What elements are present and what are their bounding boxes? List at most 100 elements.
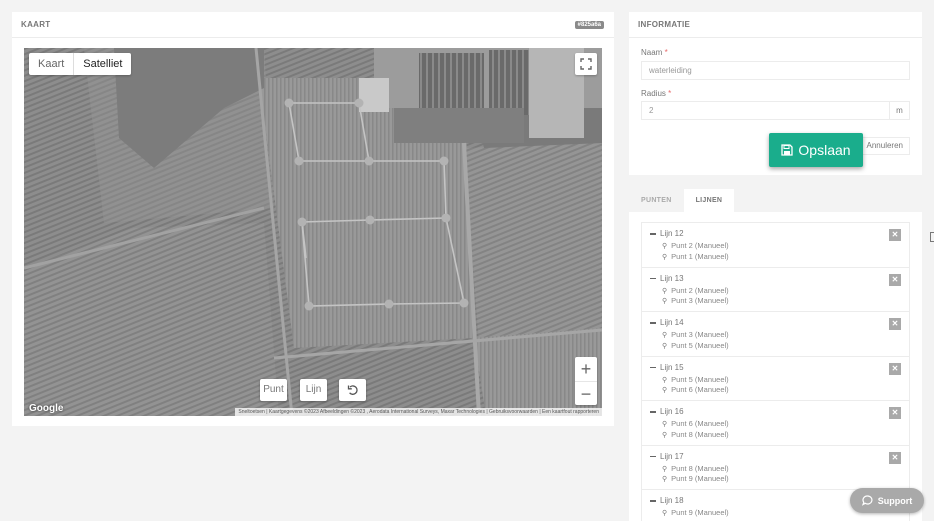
satellite-map[interactable]: Kaart Satelliet Punt Lijn + − Google Sne… [24,48,602,416]
tab-punten[interactable]: PUNTEN [629,189,684,212]
line-point: ⚲ Punt 5 (Manueel) [662,375,729,384]
line-name: Lijn 13 [660,273,684,283]
floppy-disk-icon [781,144,794,156]
delete-line-icon[interactable]: ✕ [889,407,901,419]
radius-unit: m [890,101,910,120]
undo-button[interactable] [339,379,366,401]
line-item-title[interactable]: Lijn 13 [650,274,684,283]
fullscreen-icon [580,58,592,70]
point-name: Punt 5 (Manueel) [671,374,729,384]
map-marker-icon: ⚲ [662,298,668,305]
delete-line-icon[interactable]: ✕ [889,229,901,241]
point-name: Punt 2 (Manueel) [671,285,729,295]
line-item-title[interactable]: Lijn 12 [650,229,684,238]
zoom-control: + − [575,357,597,405]
zoom-in-button[interactable]: + [575,357,597,381]
line-item[interactable]: Lijn 14 ⚲ Punt 3 (Manueel) ⚲ Punt 5 (Manueel… [642,312,909,357]
point-name: Punt 9 (Manueel) [671,508,729,517]
line-name: Lijn 15 [660,362,684,372]
line-item-title[interactable]: Lijn 15 [650,363,684,372]
map-marker-icon: ⚲ [662,376,668,384]
map-marker-icon: ⚲ [662,387,668,394]
line-item[interactable]: Lijn 16 ⚲ Punt 6 (Manueel) ⚲ Punt 8 (Manueel… [642,401,909,446]
map-marker-icon: ⚲ [662,253,668,261]
map-marker-icon: ⚲ [662,476,668,483]
radius-input[interactable]: 2 [641,101,890,120]
point-name: Punt 9 (Manueel) [671,474,729,483]
map-marker-icon: ⚲ [662,431,668,439]
point-name: Punt 3 (Manueel) [671,330,729,339]
collapse-icon[interactable] [650,322,656,324]
google-logo: Google [29,403,64,414]
map-marker-icon: ⚲ [662,287,668,295]
line-name: Lijn 14 [660,318,684,327]
map-marker-icon: ⚲ [662,332,668,339]
map-marker-icon: ⚲ [662,342,668,350]
point-name: Punt 6 (Manueel) [671,385,729,394]
line-point: ⚲ Punt 6 (Manueel) [662,385,729,394]
delete-line-icon[interactable]: ✕ [889,362,901,375]
lines-body: Lijn 12 ⚲ Punt 2 (Manueel) ⚲ Punt 1 (Manueel… [629,212,922,521]
line-item-title[interactable]: Lijn 16 [650,407,684,416]
delete-line-icon[interactable]: ✕ [889,273,901,286]
line-name: Lijn 16 [660,407,684,416]
point-tool-button[interactable]: Punt [260,379,287,401]
point-name: Punt 5 (Manueel) [671,340,729,350]
line-tool-button[interactable]: Lijn [300,379,327,401]
map-panel-title: KAART [12,12,614,38]
line-item-title[interactable]: Lijn 14 [650,318,684,327]
chat-bubble-icon [861,495,873,506]
line-point: ⚲ Punt 1 (Manueel) [662,252,729,261]
line-point: ⚲ Punt 2 (Manueel) [662,286,729,295]
map-type-kaart[interactable]: Kaart [29,53,73,75]
name-label: Naam * [641,48,668,57]
line-item[interactable]: Lijn 15 ⚲ Punt 5 (Manueel) ⚲ Punt 6 (Manueel… [642,357,909,401]
line-point: ⚲ Punt 6 (Manueel) [662,419,729,428]
collapse-icon[interactable] [650,277,656,280]
collapse-icon[interactable] [650,500,656,502]
delete-line-icon[interactable]: ✕ [889,451,901,464]
line-item[interactable]: Lijn 13 ⚲ Punt 2 (Manueel) ⚲ Punt 3 (Manueel… [642,268,909,312]
point-name: Punt 1 (Manueel) [671,251,729,261]
undo-icon [347,385,358,395]
line-item[interactable]: Lijn 17 ⚲ Punt 8 (Manueel) ⚲ Punt 9 (Manueel… [642,446,909,490]
tab-lijnen[interactable]: LIJNEN [683,189,735,212]
save-button[interactable]: Opslaan [769,133,863,167]
support-button[interactable]: Support [850,488,924,513]
line-point: ⚲ Punt 3 (Manueel) [662,296,729,305]
zoom-out-button[interactable]: − [575,381,597,405]
fullscreen-button[interactable] [575,53,597,75]
tab-bar: PUNTEN LIJNEN [629,189,735,212]
line-name: Lijn 18 [660,496,684,505]
map-marker-icon: ⚲ [662,465,668,473]
map-type-satelliet[interactable]: Satelliet [73,53,131,75]
collapse-icon[interactable] [650,411,656,413]
point-name: Punt 6 (Manueel) [671,419,729,428]
panel-badge: #825a6a [574,21,604,29]
collapse-icon[interactable] [650,233,656,235]
map-attribution[interactable]: Sneltoetsen | Kaartgegevens ©2023 Afbeel… [235,408,602,416]
delete-line-icon[interactable]: ✕ [889,318,901,330]
line-list: Lijn 12 ⚲ Punt 2 (Manueel) ⚲ Punt 1 (Manueel… [641,222,910,521]
map-type-toggle: Kaart Satelliet [29,53,132,75]
point-name: Punt 2 (Manueel) [671,241,729,250]
map-marker-icon: ⚲ [662,510,668,517]
line-item-title[interactable]: Lijn 17 [650,452,684,461]
line-point: ⚲ Punt 9 (Manueel) [662,474,729,483]
collapse-icon[interactable] [650,366,656,369]
map-imagery [24,48,602,416]
point-name: Punt 3 (Manueel) [671,296,729,305]
line-point: ⚲ Punt 5 (Manueel) [662,341,729,350]
line-point: ⚲ Punt 3 (Manueel) [662,330,729,339]
info-panel-title: INFORMATIE [629,12,922,38]
line-item[interactable]: Lijn 12 ⚲ Punt 2 (Manueel) ⚲ Punt 1 (Manueel… [642,223,909,268]
map-marker-icon: ⚲ [662,243,668,250]
line-item-title[interactable]: Lijn 18 [650,496,684,505]
name-input[interactable]: waterleiding [641,61,910,80]
line-name: Lijn 12 [660,229,684,238]
radius-label: Radius * [641,89,672,98]
point-name: Punt 8 (Manueel) [671,463,729,473]
map-marker-icon: ⚲ [662,421,668,428]
point-name: Punt 8 (Manueel) [671,429,729,439]
collapse-icon[interactable] [650,455,656,458]
